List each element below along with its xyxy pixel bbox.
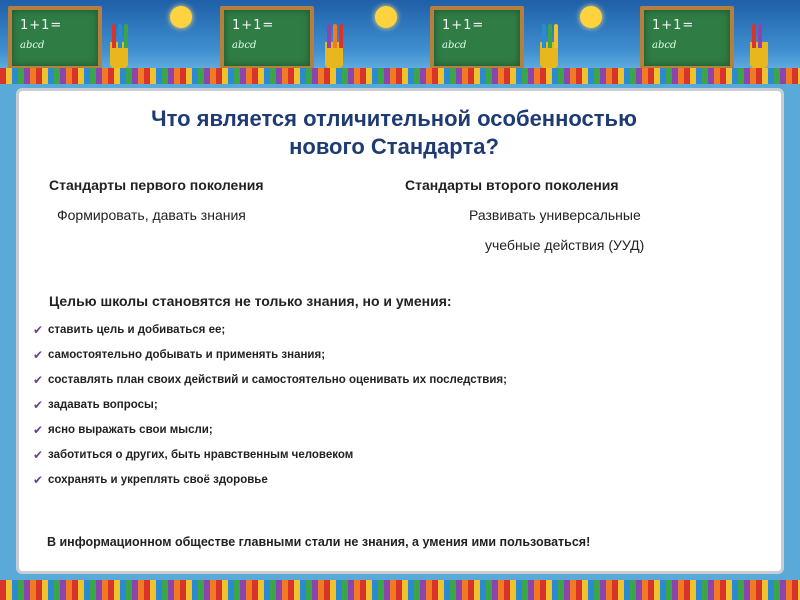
pencil-icon — [554, 24, 558, 48]
chalkboard-icon: 1+1= abcd — [430, 6, 524, 70]
chalkboard-text: 1+1= — [442, 18, 485, 33]
list-item: ✔ сохранять и укреплять своё здоровье — [33, 473, 507, 498]
chalkboard-text: 1+1= — [20, 18, 63, 33]
pencil-icon — [118, 24, 122, 48]
pencil-strip — [0, 580, 800, 600]
list-item-text: ясно выражать свои мысли; — [48, 424, 213, 436]
list-item-text: составлять план своих действий и самосто… — [48, 374, 507, 386]
skills-list: ✔ ставить цель и добиваться ее; ✔ самостоя… — [33, 323, 507, 498]
pencil-icon — [327, 24, 331, 48]
pencil-strip — [0, 68, 800, 84]
pencil-icon — [333, 24, 337, 48]
sun-icon — [375, 6, 397, 28]
first-generation-text: Формировать, давать знания — [57, 207, 246, 223]
list-item: ✔ составлять план своих действий и самост… — [33, 373, 507, 398]
list-item-text: самостоятельно добывать и применять знан… — [48, 349, 326, 361]
list-item-text: сохранять и укреплять своё здоровье — [48, 474, 268, 486]
list-item-text: ставить цель и добиваться ее; — [48, 324, 226, 336]
list-item: ✔ задавать вопросы; — [33, 398, 507, 423]
title-line: Что является отличительной особенностью — [151, 106, 637, 131]
sun-icon — [580, 6, 602, 28]
first-generation-heading: Стандарты первого поколения — [49, 177, 264, 193]
chalkboard-text: 1+1= — [652, 18, 695, 33]
checkmark-icon: ✔ — [33, 473, 44, 487]
chalkboard-icon: 1+1= abcd — [640, 6, 734, 70]
second-generation-text: Развивать универсальные — [469, 207, 641, 223]
list-item: ✔ самостоятельно добывать и применять зна… — [33, 348, 507, 373]
checkmark-icon: ✔ — [33, 448, 44, 462]
classroom-banner: 1+1= abcd 1+1= abcd 1+1= abcd 1+1= abcd — [0, 0, 800, 84]
chalkboard-text: abcd — [652, 40, 677, 51]
slide-panel: Что является отличительной особенностью … — [16, 88, 784, 574]
chalkboard-icon: 1+1= abcd — [220, 6, 314, 70]
chalkboard-icon: 1+1= abcd — [8, 6, 102, 70]
list-item: ✔ ставить цель и добиваться ее; — [33, 323, 507, 348]
pencil-icon — [124, 24, 128, 48]
pencil-icon — [752, 24, 756, 48]
sun-icon — [170, 6, 192, 28]
checkmark-icon: ✔ — [33, 323, 44, 337]
checkmark-icon: ✔ — [33, 423, 44, 437]
list-item-text: задавать вопросы; — [48, 399, 158, 411]
second-generation-heading: Стандарты второго поколения — [405, 177, 619, 193]
pencil-icon — [542, 24, 546, 48]
chalkboard-text: abcd — [232, 40, 257, 51]
pencil-icon — [758, 24, 762, 48]
chalkboard-text: abcd — [20, 40, 45, 51]
pencil-icon — [548, 24, 552, 48]
chalkboard-text: 1+1= — [232, 18, 275, 33]
list-item: ✔ заботиться о других, быть нравственным … — [33, 448, 507, 473]
chalkboard-text: abcd — [442, 40, 467, 51]
list-item: ✔ ясно выражать свои мысли; — [33, 423, 507, 448]
pencil-icon — [339, 24, 343, 48]
slide-title: Что является отличительной особенностью … — [19, 105, 769, 161]
pencil-icon — [112, 24, 116, 48]
footer-statement: В информационном обществе главными стали… — [47, 535, 591, 549]
checkmark-icon: ✔ — [33, 398, 44, 412]
title-line: нового Стандарта? — [289, 134, 499, 159]
second-generation-text: учебные действия (УУД) — [485, 237, 645, 253]
school-goal-text: Целью школы становятся не только знания,… — [49, 293, 452, 309]
checkmark-icon: ✔ — [33, 373, 44, 387]
checkmark-icon: ✔ — [33, 348, 44, 362]
list-item-text: заботиться о других, быть нравственным ч… — [48, 449, 354, 461]
